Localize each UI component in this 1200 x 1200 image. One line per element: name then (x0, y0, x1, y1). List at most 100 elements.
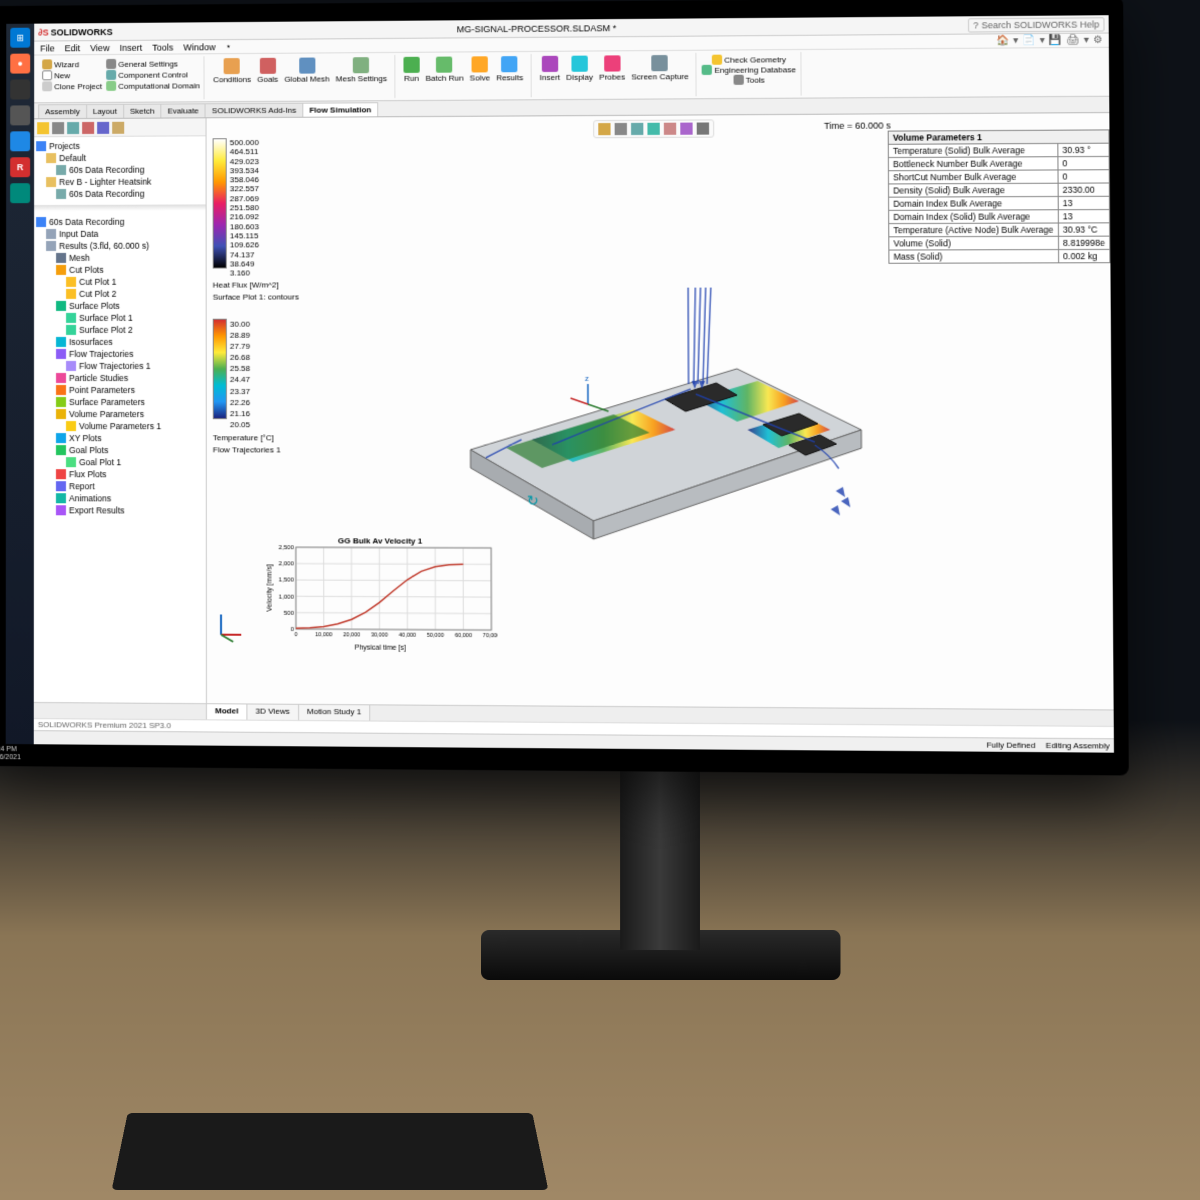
tree-item[interactable]: Cut Plots (36, 264, 204, 276)
tree-item[interactable]: Surface Plots (36, 300, 204, 312)
appearance-icon[interactable] (680, 123, 692, 135)
tree-item[interactable]: Volume Parameters (36, 408, 204, 420)
probes-button[interactable]: Probes (596, 55, 628, 81)
taskbar-clock[interactable]: 4:24 PM 7/16/2021 (6, 746, 18, 753)
tree-item[interactable]: 60s Data Recording (36, 187, 203, 200)
tree-item[interactable]: 60s Data Recording (36, 215, 204, 228)
taskbar-app-5[interactable]: R (10, 157, 30, 177)
clone-project-button[interactable]: Clone Project (42, 81, 102, 91)
menu-more-icon[interactable]: ⋆ (226, 41, 232, 52)
tree-item[interactable]: Goal Plot 1 (36, 456, 204, 468)
display-button[interactable]: Display (563, 56, 596, 82)
tab-evaluate[interactable]: Evaluate (160, 103, 205, 117)
tab-assembly[interactable]: Assembly (38, 104, 87, 118)
tab-addins[interactable]: SOLIDWORKS Add-Ins (205, 103, 303, 118)
menu-file[interactable]: File (40, 43, 55, 53)
tree-item[interactable]: 60s Data Recording (36, 163, 203, 176)
ribbon: Wizard General Settings New Component Co… (34, 48, 1109, 104)
mesh-settings-button[interactable]: Mesh Settings (333, 57, 390, 83)
tree-item[interactable]: Surface Parameters (36, 396, 204, 408)
menu-edit[interactable]: Edit (65, 43, 81, 53)
check-geometry-button[interactable]: Check Geometry (712, 54, 786, 65)
panel-icon-1[interactable] (37, 122, 49, 134)
tree-item[interactable]: XY Plots (36, 432, 204, 444)
tree-item[interactable]: Volume Parameters 1 (36, 420, 204, 432)
tools-button[interactable]: Tools (733, 75, 765, 85)
taskbar-app-6[interactable] (10, 183, 30, 203)
insert-button[interactable]: Insert (537, 56, 564, 82)
tree-item[interactable]: Mesh (36, 252, 204, 264)
projects-root[interactable]: Projects (36, 139, 203, 152)
qat-icons[interactable]: 🏠▾📄▾💾🖨▾⚙ (996, 35, 1103, 47)
tree-item[interactable]: Flux Plots (36, 468, 204, 480)
general-settings-button[interactable]: General Settings (106, 58, 200, 69)
tree-item[interactable]: Default (36, 151, 203, 164)
taskbar-app-4[interactable] (10, 131, 30, 151)
solve-button[interactable]: Solve (467, 56, 494, 82)
body: Projects Default60s Data RecordingRev B … (34, 113, 1114, 709)
eng-database-button[interactable]: Engineering Database (702, 64, 796, 75)
comp-control-button[interactable]: Component Control (106, 69, 200, 80)
menu-tools[interactable]: Tools (152, 42, 173, 52)
taskbar-app-2[interactable] (10, 79, 30, 99)
tree-item[interactable]: Particle Studies (36, 372, 204, 384)
app-brand: SOLIDWORKS (51, 27, 113, 37)
new-project-button[interactable]: New (42, 70, 102, 80)
hide-show-icon[interactable] (664, 123, 676, 135)
tab-motion-study[interactable]: Motion Study 1 (299, 705, 371, 721)
comp-domain-button[interactable]: Computational Domain (106, 80, 200, 91)
display-style-icon[interactable] (647, 123, 659, 135)
tree-item[interactable]: Cut Plot 1 (36, 276, 204, 288)
goals-button[interactable]: Goals (254, 58, 281, 84)
app-brand-icon: ∂S (38, 27, 48, 37)
settings-icon[interactable] (697, 122, 709, 134)
menu-window[interactable]: Window (183, 42, 215, 52)
graphics-viewport[interactable]: Time = 60.000 s 500.000464.511429.023393… (207, 113, 1114, 709)
panel-icon-6[interactable] (112, 121, 124, 133)
conditions-button[interactable]: Conditions (210, 58, 254, 84)
section-icon[interactable] (631, 123, 643, 135)
tree-item[interactable]: Surface Plot 1 (36, 312, 204, 324)
table-row-value: 13 (1058, 196, 1110, 209)
tree-item[interactable]: Point Parameters (36, 384, 204, 396)
global-mesh-button[interactable]: Global Mesh (281, 57, 332, 83)
coordinate-triad (213, 606, 249, 642)
tree-item[interactable]: Flow Trajectories (36, 348, 204, 360)
tree-item[interactable]: Input Data (36, 227, 204, 240)
tree-item[interactable]: Animations (36, 492, 204, 504)
menu-insert[interactable]: Insert (120, 42, 143, 52)
tab-sketch[interactable]: Sketch (123, 104, 162, 118)
view-orientation-icon[interactable] (598, 123, 610, 135)
panel-icon-4[interactable] (82, 121, 94, 133)
start-button[interactable]: ⊞ (10, 28, 30, 48)
tree-item[interactable]: Isosurfaces (36, 336, 204, 348)
table-row-value: 13 (1058, 210, 1110, 223)
wizard-button[interactable]: Wizard (42, 59, 102, 69)
tree-item[interactable]: Export Results (36, 504, 204, 517)
taskbar-app-3[interactable] (10, 105, 30, 125)
tree-item[interactable]: Report (36, 480, 204, 492)
panel-icon-3[interactable] (67, 122, 79, 134)
search-help[interactable]: ? Search SOLIDWORKS Help (968, 17, 1105, 32)
tab-model[interactable]: Model (207, 704, 248, 719)
panel-icon-2[interactable] (52, 122, 64, 134)
tab-3d-views[interactable]: 3D Views (247, 704, 298, 720)
tab-layout[interactable]: Layout (86, 104, 124, 118)
flow-trajectories-title: Flow Trajectories 1 (213, 445, 281, 454)
tree-item[interactable]: Cut Plot 2 (36, 288, 204, 300)
taskbar-app-1[interactable]: ● (10, 54, 30, 74)
tree-item[interactable]: Flow Trajectories 1 (36, 360, 204, 372)
tab-flow-simulation[interactable]: Flow Simulation (302, 102, 378, 117)
panel-icon-5[interactable] (97, 121, 109, 133)
menu-view[interactable]: View (90, 43, 109, 53)
run-button[interactable]: Run (400, 57, 422, 83)
tree-item[interactable]: Surface Plot 2 (36, 324, 204, 336)
zoom-icon[interactable] (615, 123, 627, 135)
batch-run-button[interactable]: Batch Run (422, 56, 466, 82)
status-defined: Fully Defined (986, 740, 1035, 750)
screen-capture-button[interactable]: Screen Capture (628, 55, 692, 82)
results-button[interactable]: Results (493, 56, 526, 82)
tree-item[interactable]: Results (3.fld, 60.000 s) (36, 239, 204, 252)
tree-item[interactable]: Rev B - Lighter Heatsink (36, 175, 203, 188)
tree-item[interactable]: Goal Plots (36, 444, 204, 456)
